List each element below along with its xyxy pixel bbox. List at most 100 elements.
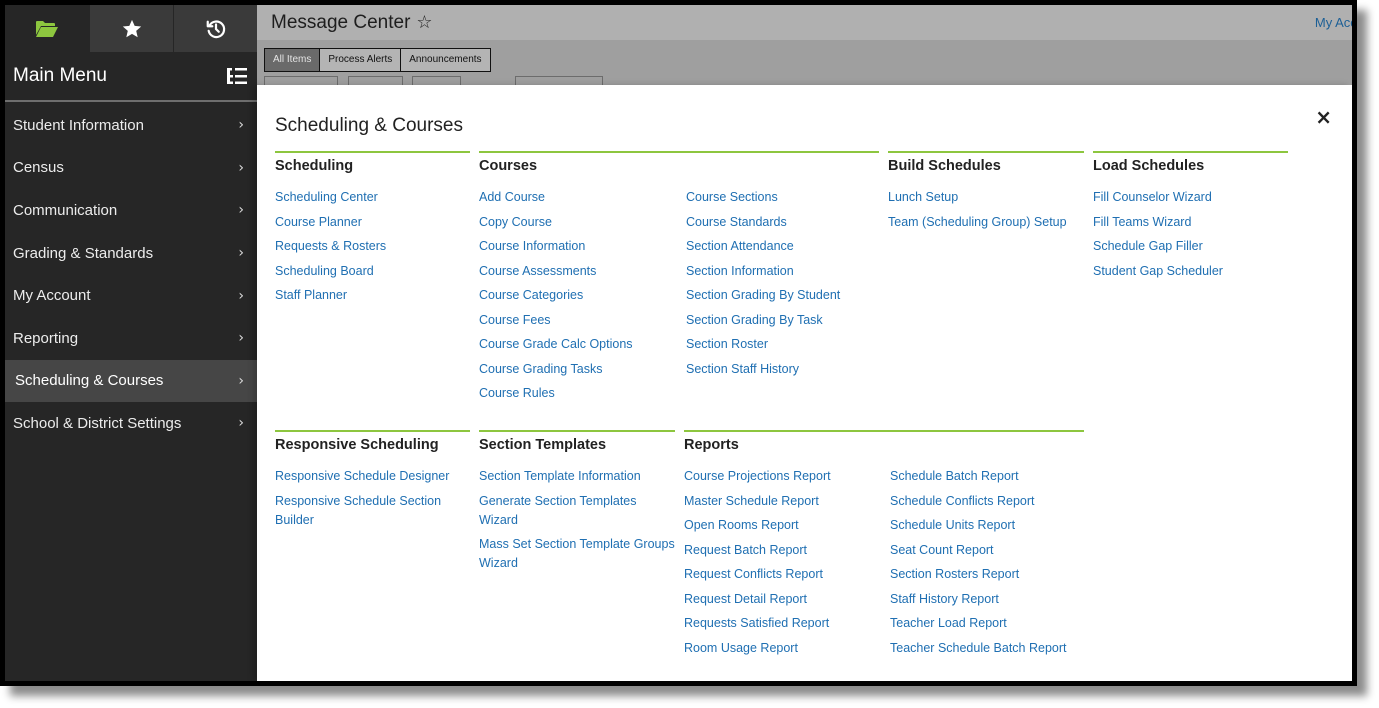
menu-link-section-grading-by-student[interactable]: Section Grading By Student (686, 286, 886, 305)
chevron-right-icon: › (238, 415, 244, 432)
menu-link-section-rosters-report[interactable]: Section Rosters Report (890, 565, 1090, 584)
menu-link-mass-set-section-template-groups-wizard[interactable]: Mass Set Section Template Groups Wizard (479, 535, 675, 573)
menu-link-course-planner[interactable]: Course Planner (275, 213, 470, 232)
menu-link-responsive-schedule-designer[interactable]: Responsive Schedule Designer (275, 467, 470, 486)
group-build-schedules: Build Schedules Lunch Setup Team (Schedul… (888, 151, 1084, 237)
sidebar-item-label: School & District Settings (13, 414, 182, 432)
panel-title: Scheduling & Courses (275, 115, 463, 136)
link-list: Schedule Batch Report Schedule Conflicts … (890, 467, 1090, 663)
group-heading: Reports (684, 437, 739, 453)
menu-link-course-sections[interactable]: Course Sections (686, 188, 886, 207)
sidebar-item-my-account[interactable]: My Account › (5, 274, 257, 317)
link-list: Fill Counselor Wizard Fill Teams Wizard Sc… (1093, 188, 1288, 281)
tab-process-alerts[interactable]: Process Alerts (319, 49, 401, 71)
my-account-link[interactable]: My Acco (1315, 15, 1352, 30)
menu-link-schedule-batch-report[interactable]: Schedule Batch Report (890, 467, 1090, 486)
menu-link-request-detail-report[interactable]: Request Detail Report (684, 590, 884, 609)
menu-link-course-projections-report[interactable]: Course Projections Report (684, 467, 884, 486)
sidebar-tabs (5, 5, 257, 52)
group-heading: Load Schedules (1093, 158, 1205, 174)
menu-link-copy-course[interactable]: Copy Course (479, 213, 679, 232)
sidebar-item-school-district-settings[interactable]: School & District Settings › (5, 402, 257, 445)
menu-link-section-grading-by-task[interactable]: Section Grading By Task (686, 311, 886, 330)
menu-link-open-rooms-report[interactable]: Open Rooms Report (684, 516, 884, 535)
sidebar-item-label: Reporting (13, 329, 79, 347)
chevron-right-icon: › (238, 117, 244, 134)
menu-link-schedule-units-report[interactable]: Schedule Units Report (890, 516, 1090, 535)
menu-link-course-grading-tasks[interactable]: Course Grading Tasks (479, 360, 679, 379)
tab-all-items[interactable]: All Items (265, 49, 320, 71)
menu-link-scheduling-board[interactable]: Scheduling Board (275, 262, 470, 281)
sidebar-item-communication[interactable]: Communication › (5, 189, 257, 232)
sidebar-item-reporting[interactable]: Reporting › (5, 317, 257, 360)
tab-main-menu[interactable] (5, 5, 89, 52)
sidebar-item-student-information[interactable]: Student Information › (5, 104, 257, 147)
menu-link-add-course[interactable]: Add Course (479, 188, 679, 207)
menu-link-teacher-schedule-batch-report[interactable]: Teacher Schedule Batch Report (890, 639, 1090, 658)
menu-link-section-information[interactable]: Section Information (686, 262, 886, 281)
message-filter-tabs: All Items Process Alerts Announcements (264, 48, 491, 72)
menu-link-seat-count-report[interactable]: Seat Count Report (890, 541, 1090, 560)
page-title: Message Center ☆ (271, 12, 433, 34)
sidebar-item-grading-standards[interactable]: Grading & Standards › (5, 232, 257, 275)
link-list: Course Sections Course Standards Section A… (686, 188, 886, 384)
menu-link-course-rules[interactable]: Course Rules (479, 384, 679, 403)
close-icon[interactable]: × (1315, 105, 1332, 129)
menu-link-master-schedule-report[interactable]: Master Schedule Report (684, 492, 884, 511)
tab-announcements[interactable]: Announcements (400, 49, 490, 71)
group-heading: Section Templates (479, 437, 607, 453)
menu-link-fill-teams-wizard[interactable]: Fill Teams Wizard (1093, 213, 1288, 232)
group-heading: Courses (479, 158, 538, 174)
chevron-right-icon: › (238, 245, 244, 262)
menu-link-course-fees[interactable]: Course Fees (479, 311, 679, 330)
menu-link-course-standards[interactable]: Course Standards (686, 213, 886, 232)
menu-link-request-conflicts-report[interactable]: Request Conflicts Report (684, 565, 884, 584)
tab-favorites[interactable] (89, 5, 173, 52)
menu-link-room-usage-report[interactable]: Room Usage Report (684, 639, 884, 658)
menu-link-section-attendance[interactable]: Section Attendance (686, 237, 886, 256)
menu-link-section-roster[interactable]: Section Roster (686, 335, 886, 354)
menu-link-course-assessments[interactable]: Course Assessments (479, 262, 679, 281)
menu-link-generate-section-templates-wizard[interactable]: Generate Section Templates Wizard (479, 492, 675, 530)
menu-link-staff-history-report[interactable]: Staff History Report (890, 590, 1090, 609)
tab-history[interactable] (173, 5, 257, 52)
page-title-text: Message Center (271, 11, 411, 33)
link-list: Course Projections Report Master Schedule… (684, 467, 884, 663)
menu-link-section-template-information[interactable]: Section Template Information (479, 467, 675, 486)
menu-link-request-batch-report[interactable]: Request Batch Report (684, 541, 884, 560)
menu-link-schedule-gap-filler[interactable]: Schedule Gap Filler (1093, 237, 1288, 256)
menu-link-student-gap-scheduler[interactable]: Student Gap Scheduler (1093, 262, 1288, 281)
sidebar-item-label: Communication (13, 201, 118, 219)
chevron-right-icon: › (238, 330, 244, 347)
menu-link-section-staff-history[interactable]: Section Staff History (686, 360, 886, 379)
menu-link-schedule-conflicts-report[interactable]: Schedule Conflicts Report (890, 492, 1090, 511)
window-frame: Main Menu Student Information › Census › C… (0, 0, 1357, 686)
sidebar-item-label: Student Information (13, 116, 144, 134)
star-outline-icon[interactable]: ☆ (416, 12, 432, 33)
sidebar-item-census[interactable]: Census › (5, 147, 257, 190)
menu-link-course-information[interactable]: Course Information (479, 237, 679, 256)
message-toolbar: All Items Process Alerts Announcements (257, 40, 1352, 86)
tree-view-icon[interactable] (225, 65, 249, 87)
menu-header: Main Menu (5, 52, 257, 102)
menu-link-scheduling-center[interactable]: Scheduling Center (275, 188, 470, 207)
link-list: Section Template Information Generate Sec… (479, 467, 675, 573)
chevron-right-icon: › (238, 159, 244, 176)
sidebar-item-label: Scheduling & Courses (15, 372, 164, 390)
group-reports: Reports Course Projections Report Master … (684, 430, 1084, 655)
menu-link-teacher-load-report[interactable]: Teacher Load Report (890, 614, 1090, 633)
menu-link-course-grade-calc-options[interactable]: Course Grade Calc Options (479, 335, 679, 354)
menu-link-responsive-schedule-section-builder[interactable]: Responsive Schedule Section Builder (275, 492, 470, 530)
history-icon (206, 19, 225, 38)
group-heading: Scheduling (275, 158, 354, 174)
menu-flyout-panel: Scheduling & Courses × Scheduling Schedu… (257, 85, 1352, 681)
sidebar-item-scheduling-courses[interactable]: Scheduling & Courses › (5, 359, 257, 403)
menu-link-lunch-setup[interactable]: Lunch Setup (888, 188, 1084, 207)
link-list: Scheduling Center Course Planner Requests … (275, 188, 470, 305)
menu-link-requests-satisfied-report[interactable]: Requests Satisfied Report (684, 614, 884, 633)
menu-link-course-categories[interactable]: Course Categories (479, 286, 679, 305)
menu-link-team-scheduling-group-setup[interactable]: Team (Scheduling Group) Setup (888, 213, 1084, 232)
menu-link-requests-rosters[interactable]: Requests & Rosters (275, 237, 470, 256)
menu-link-fill-counselor-wizard[interactable]: Fill Counselor Wizard (1093, 188, 1288, 207)
menu-link-staff-planner[interactable]: Staff Planner (275, 286, 470, 305)
